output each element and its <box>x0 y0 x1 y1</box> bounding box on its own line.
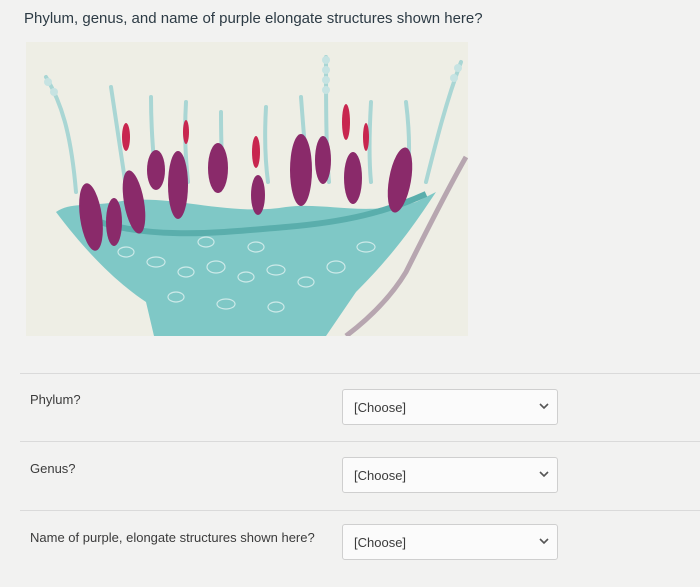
select-value: [Choose] <box>354 400 407 415</box>
micrograph-image <box>26 42 468 336</box>
answer-label: Genus? <box>30 461 76 476</box>
answer-row-structures: Name of purple, elongate structures show… <box>20 524 700 584</box>
divider <box>20 510 700 511</box>
phylum-select[interactable]: [Choose] <box>342 389 558 425</box>
divider <box>20 373 700 374</box>
chevron-down-icon <box>539 538 549 545</box>
chevron-down-icon <box>539 471 549 478</box>
select-value: [Choose] <box>354 468 407 483</box>
select-value: [Choose] <box>354 535 407 550</box>
chevron-down-icon <box>539 403 549 410</box>
structure-name-select[interactable]: [Choose] <box>342 524 558 560</box>
question-text: Phylum, genus, and name of purple elonga… <box>24 10 483 27</box>
divider <box>20 441 700 442</box>
answer-row-genus: Genus? [Choose] <box>20 457 700 517</box>
answer-label: Phylum? <box>30 392 81 407</box>
genus-select[interactable]: [Choose] <box>342 457 558 493</box>
answer-label: Name of purple, elongate structures show… <box>30 530 315 545</box>
answer-row-phylum: Phylum? [Choose] <box>20 389 700 449</box>
